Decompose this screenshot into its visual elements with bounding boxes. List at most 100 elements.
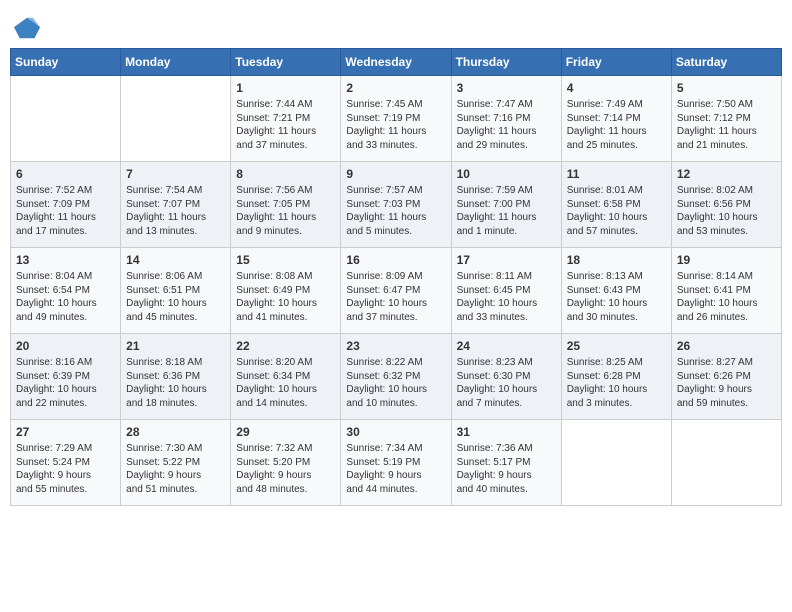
day-number: 9 (346, 166, 445, 182)
calendar-cell: 20 Sunrise: 8:16 AM Sunset: 6:39 PM Dayli… (11, 334, 121, 420)
calendar-cell: 1Sunrise: 7:44 AM Sunset: 7:21 PM Daylig… (231, 76, 341, 162)
day-info: Sunrise: 7:49 AM Sunset: 7:14 PM Dayligh… (567, 98, 666, 152)
weekday-header: Monday (121, 49, 231, 76)
day-info: Sunrise: 8:20 AM Sunset: 6:34 PM Dayligh… (236, 356, 335, 410)
day-number: 30 (346, 424, 445, 440)
calendar-week-row: 6 Sunrise: 7:52 AM Sunset: 7:09 PM Daylig… (11, 162, 782, 248)
calendar-cell: 22 Sunrise: 8:20 AM Sunset: 6:34 PM Dayli… (231, 334, 341, 420)
day-info: Sunrise: 8:23 AM Sunset: 6:30 PM Dayligh… (457, 356, 556, 410)
calendar-cell: 24 Sunrise: 8:23 AM Sunset: 6:30 PM Dayli… (451, 334, 561, 420)
day-info: Sunrise: 7:32 AM Sunset: 5:20 PM Dayligh… (236, 442, 335, 496)
day-number: 3 (457, 80, 556, 96)
day-info: Sunrise: 8:14 AM Sunset: 6:41 PM Dayligh… (677, 270, 776, 324)
calendar-cell: 13 Sunrise: 8:04 AM Sunset: 6:54 PM Dayli… (11, 248, 121, 334)
calendar-cell: 5 Sunrise: 7:50 AM Sunset: 7:12 PM Daylig… (671, 76, 781, 162)
calendar-cell: 29 Sunrise: 7:32 AM Sunset: 5:20 PM Dayli… (231, 420, 341, 506)
calendar-cell: 16 Sunrise: 8:09 AM Sunset: 6:47 PM Dayli… (341, 248, 451, 334)
day-info: Sunrise: 7:36 AM Sunset: 5:17 PM Dayligh… (457, 442, 556, 496)
day-info: Sunrise: 8:11 AM Sunset: 6:45 PM Dayligh… (457, 270, 556, 324)
day-number: 6 (16, 166, 115, 182)
calendar-cell: 12 Sunrise: 8:02 AM Sunset: 6:56 PM Dayli… (671, 162, 781, 248)
calendar-cell: 6 Sunrise: 7:52 AM Sunset: 7:09 PM Daylig… (11, 162, 121, 248)
weekday-header: Thursday (451, 49, 561, 76)
calendar-cell: 26 Sunrise: 8:27 AM Sunset: 6:26 PM Dayli… (671, 334, 781, 420)
calendar-cell: 3Sunrise: 7:47 AM Sunset: 7:16 PM Daylig… (451, 76, 561, 162)
day-number: 29 (236, 424, 335, 440)
day-info: Sunrise: 7:57 AM Sunset: 7:03 PM Dayligh… (346, 184, 445, 238)
calendar-cell (121, 76, 231, 162)
calendar-cell: 17 Sunrise: 8:11 AM Sunset: 6:45 PM Dayli… (451, 248, 561, 334)
calendar-week-row: 1Sunrise: 7:44 AM Sunset: 7:21 PM Daylig… (11, 76, 782, 162)
logo-icon (14, 14, 42, 42)
day-info: Sunrise: 8:27 AM Sunset: 6:26 PM Dayligh… (677, 356, 776, 410)
weekday-header: Saturday (671, 49, 781, 76)
day-number: 25 (567, 338, 666, 354)
day-number: 31 (457, 424, 556, 440)
day-number: 26 (677, 338, 776, 354)
page-header (10, 10, 782, 42)
day-info: Sunrise: 7:50 AM Sunset: 7:12 PM Dayligh… (677, 98, 776, 152)
day-info: Sunrise: 8:04 AM Sunset: 6:54 PM Dayligh… (16, 270, 115, 324)
calendar-week-row: 13 Sunrise: 8:04 AM Sunset: 6:54 PM Dayli… (11, 248, 782, 334)
calendar-week-row: 20 Sunrise: 8:16 AM Sunset: 6:39 PM Dayli… (11, 334, 782, 420)
day-number: 22 (236, 338, 335, 354)
calendar-week-row: 27 Sunrise: 7:29 AM Sunset: 5:24 PM Dayli… (11, 420, 782, 506)
day-number: 19 (677, 252, 776, 268)
calendar-cell: 9 Sunrise: 7:57 AM Sunset: 7:03 PM Daylig… (341, 162, 451, 248)
day-info: Sunrise: 8:13 AM Sunset: 6:43 PM Dayligh… (567, 270, 666, 324)
day-number: 13 (16, 252, 115, 268)
day-info: Sunrise: 8:06 AM Sunset: 6:51 PM Dayligh… (126, 270, 225, 324)
calendar-cell: 10 Sunrise: 7:59 AM Sunset: 7:00 PM Dayli… (451, 162, 561, 248)
weekday-header: Wednesday (341, 49, 451, 76)
weekday-header: Friday (561, 49, 671, 76)
day-info: Sunrise: 7:34 AM Sunset: 5:19 PM Dayligh… (346, 442, 445, 496)
day-number: 5 (677, 80, 776, 96)
day-info: Sunrise: 7:45 AM Sunset: 7:19 PM Dayligh… (346, 98, 445, 152)
day-number: 16 (346, 252, 445, 268)
day-number: 8 (236, 166, 335, 182)
day-number: 27 (16, 424, 115, 440)
day-number: 17 (457, 252, 556, 268)
logo (14, 14, 44, 42)
calendar-cell: 23Sunrise: 8:22 AM Sunset: 6:32 PM Dayli… (341, 334, 451, 420)
day-number: 20 (16, 338, 115, 354)
day-number: 12 (677, 166, 776, 182)
day-info: Sunrise: 8:22 AM Sunset: 6:32 PM Dayligh… (346, 356, 445, 410)
day-info: Sunrise: 8:02 AM Sunset: 6:56 PM Dayligh… (677, 184, 776, 238)
day-number: 1 (236, 80, 335, 96)
calendar-cell: 11 Sunrise: 8:01 AM Sunset: 6:58 PM Dayli… (561, 162, 671, 248)
day-number: 11 (567, 166, 666, 182)
calendar-cell (671, 420, 781, 506)
calendar-cell (561, 420, 671, 506)
calendar-cell: 25 Sunrise: 8:25 AM Sunset: 6:28 PM Dayli… (561, 334, 671, 420)
day-number: 18 (567, 252, 666, 268)
calendar-cell: 19 Sunrise: 8:14 AM Sunset: 6:41 PM Dayli… (671, 248, 781, 334)
calendar-cell: 31 Sunrise: 7:36 AM Sunset: 5:17 PM Dayli… (451, 420, 561, 506)
weekday-header: Sunday (11, 49, 121, 76)
day-number: 24 (457, 338, 556, 354)
day-info: Sunrise: 7:54 AM Sunset: 7:07 PM Dayligh… (126, 184, 225, 238)
day-info: Sunrise: 7:29 AM Sunset: 5:24 PM Dayligh… (16, 442, 115, 496)
day-info: Sunrise: 8:01 AM Sunset: 6:58 PM Dayligh… (567, 184, 666, 238)
day-number: 15 (236, 252, 335, 268)
day-info: Sunrise: 8:08 AM Sunset: 6:49 PM Dayligh… (236, 270, 335, 324)
day-number: 21 (126, 338, 225, 354)
day-number: 2 (346, 80, 445, 96)
day-info: Sunrise: 7:52 AM Sunset: 7:09 PM Dayligh… (16, 184, 115, 238)
day-number: 28 (126, 424, 225, 440)
calendar-cell: 15 Sunrise: 8:08 AM Sunset: 6:49 PM Dayli… (231, 248, 341, 334)
day-info: Sunrise: 8:16 AM Sunset: 6:39 PM Dayligh… (16, 356, 115, 410)
day-info: Sunrise: 7:59 AM Sunset: 7:00 PM Dayligh… (457, 184, 556, 238)
calendar-cell: 14Sunrise: 8:06 AM Sunset: 6:51 PM Dayli… (121, 248, 231, 334)
calendar-cell: 18 Sunrise: 8:13 AM Sunset: 6:43 PM Dayli… (561, 248, 671, 334)
calendar-cell: 7 Sunrise: 7:54 AM Sunset: 7:07 PM Daylig… (121, 162, 231, 248)
calendar-cell: 27 Sunrise: 7:29 AM Sunset: 5:24 PM Dayli… (11, 420, 121, 506)
day-number: 7 (126, 166, 225, 182)
calendar-cell: 2 Sunrise: 7:45 AM Sunset: 7:19 PM Daylig… (341, 76, 451, 162)
calendar-cell (11, 76, 121, 162)
day-number: 10 (457, 166, 556, 182)
weekday-header: Tuesday (231, 49, 341, 76)
day-info: Sunrise: 8:09 AM Sunset: 6:47 PM Dayligh… (346, 270, 445, 324)
day-number: 4 (567, 80, 666, 96)
day-info: Sunrise: 8:25 AM Sunset: 6:28 PM Dayligh… (567, 356, 666, 410)
